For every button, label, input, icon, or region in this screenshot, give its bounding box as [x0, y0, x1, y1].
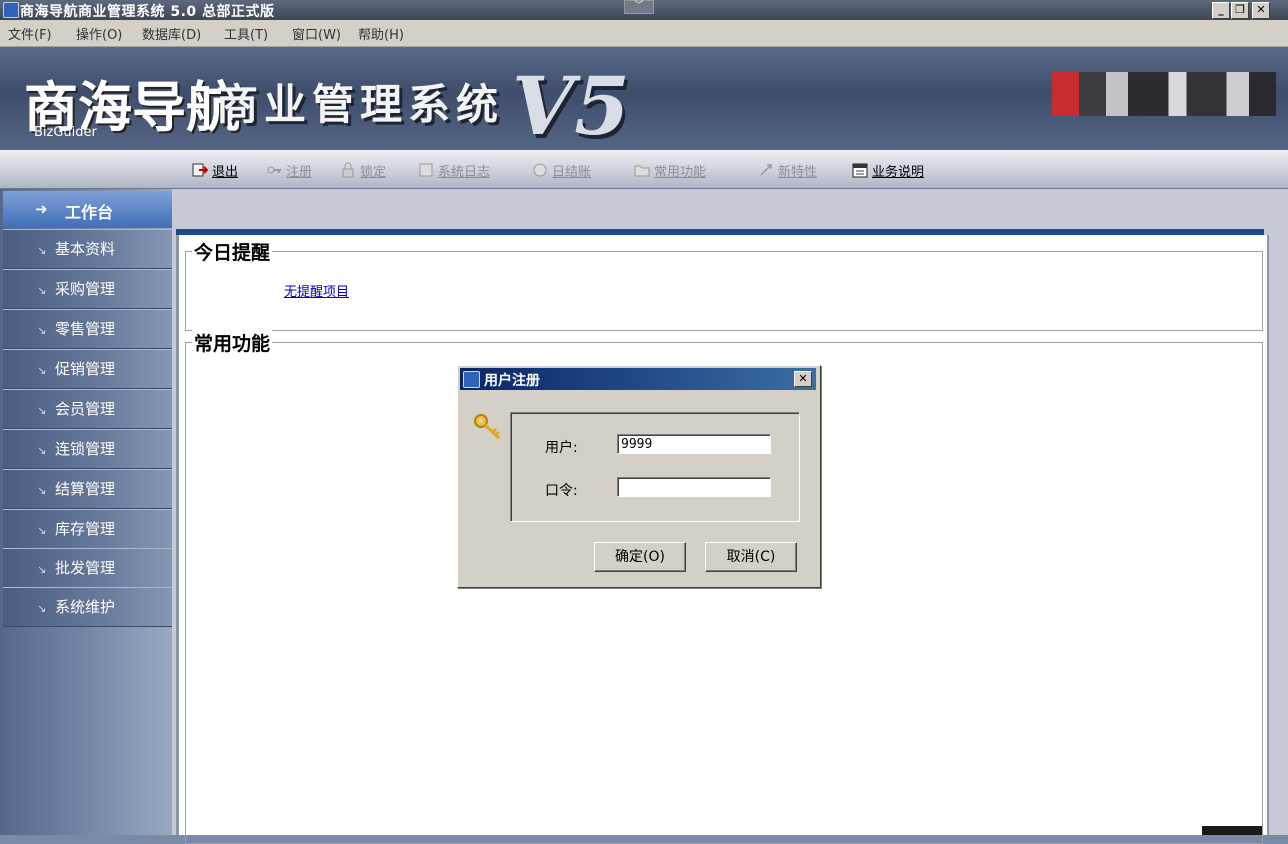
arrow-down-right-icon: ↘ [37, 524, 47, 537]
sidebar-item-members[interactable]: ↘ 会员管理 [3, 389, 172, 429]
window-title-bar[interactable]: 商海导航商业管理系统 5.0 总部正式版 ﹀ _ ❐ ✕ [0, 0, 1288, 20]
version-badge: V5 [512, 59, 630, 150]
sidebar-item-label: 结算管理 [55, 480, 116, 498]
sidebar-header-workbench[interactable]: ➜ 工作台 [3, 191, 172, 228]
sidebar-item-label: 采购管理 [55, 280, 116, 298]
taskbar-corner [1202, 826, 1262, 835]
app-icon [3, 2, 19, 18]
common-functions-title: 常用功能 [192, 329, 273, 356]
dialog-title: 用户注册 [484, 373, 540, 389]
register-icon [267, 166, 281, 174]
reminders-title: 今日提醒 [192, 238, 273, 265]
close-window-button[interactable]: ✕ [1252, 2, 1270, 19]
arrow-down-right-icon: ↘ [37, 364, 47, 377]
system-log-label: 系统日志 [438, 164, 491, 180]
brand-logo-sub: BizGuider [34, 125, 97, 140]
register-label: 注册 [286, 164, 313, 180]
arrow-down-right-icon: ↘ [37, 244, 47, 257]
exit-button[interactable]: 退出 [192, 160, 238, 180]
sidebar-item-label: 零售管理 [55, 320, 116, 338]
exit-icon [192, 163, 208, 177]
calendar-icon [852, 163, 868, 178]
password-label: 口令: [545, 483, 578, 499]
arrow-down-right-icon: ↘ [37, 484, 47, 497]
business-guide-button[interactable]: 业务说明 [852, 160, 924, 180]
register-button[interactable]: 注册 [266, 160, 312, 180]
new-features-icon [760, 164, 772, 176]
new-features-label: 新特性 [778, 164, 818, 180]
sidebar-item-label: 连锁管理 [55, 440, 116, 458]
arrow-down-right-icon: ↘ [37, 284, 47, 297]
title-dropdown-button[interactable]: ﹀ [624, 0, 654, 14]
menu-operation[interactable]: 操作(O) [76, 24, 122, 43]
day-close-button[interactable]: 日结账 [532, 160, 591, 180]
redacted-logo [1052, 72, 1276, 116]
sidebar-item-label: 库存管理 [55, 520, 116, 538]
arrow-down-right-icon: ↘ [37, 324, 47, 337]
user-label: 用户: [545, 440, 578, 456]
sidebar-item-label: 批发管理 [55, 559, 116, 577]
lock-label: 锁定 [360, 164, 387, 180]
menu-bar: 文件(F) 操作(O) 数据库(D) 工具(T) 窗口(W) 帮助(H) [0, 20, 1288, 47]
arrow-down-right-icon: ↘ [37, 404, 47, 417]
dialog-close-button[interactable]: ✕ [794, 371, 812, 387]
sidebar-item-maintenance[interactable]: ↘ 系统维护 [3, 587, 172, 627]
exit-label: 退出 [212, 164, 239, 180]
sidebar-item-label: 会员管理 [55, 400, 116, 418]
sidebar-item-label: 基本资料 [55, 240, 116, 258]
dialog-title-bar[interactable]: 用户注册 ✕ [460, 368, 816, 390]
key-icon [474, 414, 501, 440]
menu-help[interactable]: 帮助(H) [358, 24, 404, 43]
restore-button[interactable]: ❐ [1231, 2, 1249, 19]
day-close-label: 日结账 [552, 164, 592, 180]
menu-file[interactable]: 文件(F) [8, 24, 52, 43]
ok-button[interactable]: 确定(O) [594, 542, 686, 572]
sidebar-item-purchasing[interactable]: ↘ 采购管理 [3, 269, 172, 309]
sidebar: ➜ 工作台 ↘ 基本资料 ↘ 采购管理 ↘ 零售管理 ↘ 促销管理 ↘ 会员管理 ↘ 连锁管… [0, 189, 172, 835]
sidebar-item-promotion[interactable]: ↘ 促销管理 [3, 349, 172, 389]
sidebar-item-label: 系统维护 [55, 598, 116, 616]
user-login-dialog: 用户注册 ✕ 用户: 9999 口令: 确定(O) 取消(C) [457, 365, 821, 588]
arrow-down-right-icon: ↘ [37, 602, 47, 615]
menu-window[interactable]: 窗口(W) [292, 24, 341, 43]
dialog-app-icon [463, 371, 480, 388]
business-guide-label: 业务说明 [872, 164, 925, 180]
toolbar: 退出 注册 锁定 系统日志 日结账 常用功能 新特性 业务说明 [0, 150, 1288, 189]
sidebar-item-wholesale[interactable]: ↘ 批发管理 [3, 548, 172, 588]
menu-tools[interactable]: 工具(T) [224, 24, 268, 43]
password-input[interactable] [617, 477, 771, 497]
minimize-button[interactable]: _ [1212, 2, 1230, 19]
common-functions-label: 常用功能 [654, 164, 707, 180]
arrow-down-right-icon: ↘ [37, 444, 47, 457]
app-banner: 商海导航 BizGuider 商业管理系统 V5 [0, 47, 1288, 150]
sidebar-item-inventory[interactable]: ↘ 库存管理 [3, 509, 172, 549]
system-name: 商业管理系统 [216, 80, 505, 129]
credentials-frame: 用户: 9999 口令: [510, 412, 800, 522]
lock-button[interactable]: 锁定 [340, 160, 386, 180]
new-features-button[interactable]: 新特性 [758, 160, 817, 180]
lock-icon [342, 162, 354, 178]
common-functions-button[interactable]: 常用功能 [634, 160, 706, 180]
user-input[interactable]: 9999 [617, 434, 771, 454]
no-reminders-link[interactable]: 无提醒项目 [284, 281, 349, 300]
cancel-button[interactable]: 取消(C) [705, 542, 797, 572]
system-log-button[interactable]: 系统日志 [418, 160, 490, 180]
reminders-group: 今日提醒 无提醒项目 [185, 238, 1263, 331]
sidebar-item-label: 促销管理 [55, 360, 116, 378]
sidebar-item-settlement[interactable]: ↘ 结算管理 [3, 469, 172, 509]
sidebar-item-retail[interactable]: ↘ 零售管理 [3, 309, 172, 349]
sidebar-item-chain[interactable]: ↘ 连锁管理 [3, 429, 172, 469]
arrow-down-right-icon: ↘ [37, 563, 47, 576]
day-close-icon [533, 163, 547, 177]
window-title: 商海导航商业管理系统 5.0 总部正式版 [20, 4, 275, 20]
sidebar-item-basic-data[interactable]: ↘ 基本资料 [3, 229, 172, 269]
sidebar-header-label: 工作台 [65, 203, 114, 222]
folder-icon [634, 165, 650, 177]
log-icon [419, 163, 433, 177]
menu-database[interactable]: 数据库(D) [142, 24, 201, 43]
arrow-right-icon: ➜ [35, 200, 48, 218]
